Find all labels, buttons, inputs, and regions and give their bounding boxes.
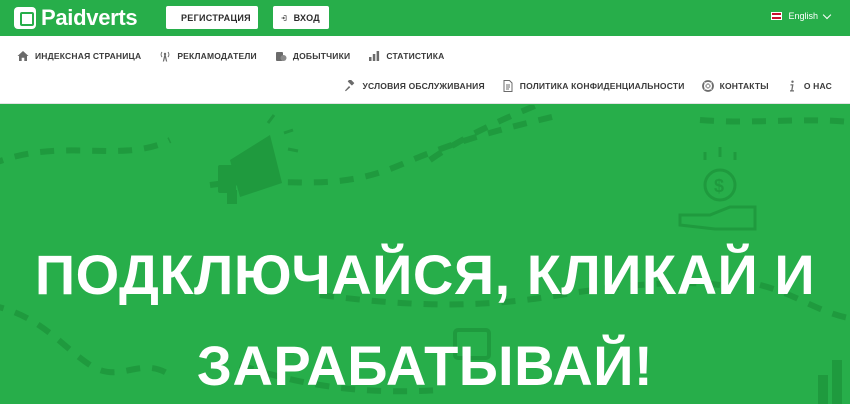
nav-item-advertisers[interactable]: РЕКЛАМОДАТЕЛИ [159, 50, 257, 62]
logo-mark-icon [14, 7, 36, 29]
megaphone-icon [218, 114, 299, 204]
brand-name: Paidverts [41, 5, 138, 30]
hero-banner: $ ПОДКЛЮЧАЙСЯ, КЛИКАЙ И ЗАРАБАТЫВАЙ! [0, 105, 850, 404]
login-label: ВХОД [293, 12, 320, 23]
gavel-icon [345, 80, 355, 92]
top-bar: Paidverts РЕГИСТРАЦИЯ ВХОД English [0, 0, 850, 36]
nav-label-statistics: СТАТИСТИКА [386, 51, 445, 61]
nav-label-miners: ДОБЫТЧИКИ [292, 51, 351, 61]
nav-item-miners[interactable]: ДОБЫТЧИКИ [275, 50, 350, 62]
secondary-nav: УСЛОВИЯ ОБСЛУЖИВАНИЯ ПОЛИТИКА КОНФИДЕНЦИ… [344, 80, 832, 92]
register-button[interactable]: РЕГИСТРАЦИЯ [166, 6, 258, 29]
nav-item-privacy[interactable]: ПОЛИТИКА КОНФИДЕНЦИАЛЬНОСТИ [502, 80, 685, 92]
bar-chart-icon [369, 51, 380, 61]
document-icon [503, 80, 513, 92]
uk-flag-icon [771, 12, 783, 20]
nav-item-statistics[interactable]: СТАТИСТИКА [368, 50, 444, 62]
chevron-down-icon [822, 10, 832, 19]
nav-label-advertisers: РЕКЛАМОДАТЕЛИ [177, 51, 257, 61]
nav-item-index[interactable]: ИНДЕКСНАЯ СТРАНИЦА [17, 50, 141, 62]
login-button[interactable]: ВХОД [273, 6, 329, 29]
sign-in-icon [281, 14, 287, 21]
coins-icon [275, 52, 287, 61]
register-label: РЕГИСТРАЦИЯ [181, 12, 251, 23]
nav-label-about: О НАС [803, 81, 832, 91]
nav-label-privacy: ПОЛИТИКА КОНФИДЕНЦИАЛЬНОСТИ [519, 81, 685, 91]
info-icon [789, 80, 794, 92]
coin-hand-icon: $ [678, 147, 757, 231]
language-label: English [788, 11, 818, 21]
main-navigation: ИНДЕКСНАЯ СТРАНИЦА РЕКЛАМОДАТЕЛИ ДОБЫТЧИ… [0, 36, 850, 104]
nav-item-contacts[interactable]: КОНТАКТЫ [701, 80, 769, 92]
nav-label-terms: УСЛОВИЯ ОБСЛУЖИВАНИЯ [362, 81, 485, 91]
home-icon [17, 51, 29, 61]
brand-logo[interactable]: Paidverts [14, 5, 138, 31]
nav-label-contacts: КОНТАКТЫ [719, 81, 769, 91]
hero-title-line1: ПОДКЛЮЧАЙСЯ, КЛИКАЙ И [34, 243, 816, 306]
language-selector[interactable]: English [771, 10, 832, 21]
nav-item-about[interactable]: О НАС [786, 80, 832, 92]
hero-title-line2: ЗАРАБАТЫВАЙ! [196, 334, 654, 397]
nav-label-index: ИНДЕКСНАЯ СТРАНИЦА [35, 51, 142, 61]
svg-text:$: $ [714, 176, 724, 196]
nav-item-terms[interactable]: УСЛОВИЯ ОБСЛУЖИВАНИЯ [344, 80, 485, 92]
broadcast-icon [160, 51, 170, 62]
primary-nav: ИНДЕКСНАЯ СТРАНИЦА РЕКЛАМОДАТЕЛИ ДОБЫТЧИ… [17, 50, 444, 62]
lifebuoy-icon [701, 80, 714, 92]
